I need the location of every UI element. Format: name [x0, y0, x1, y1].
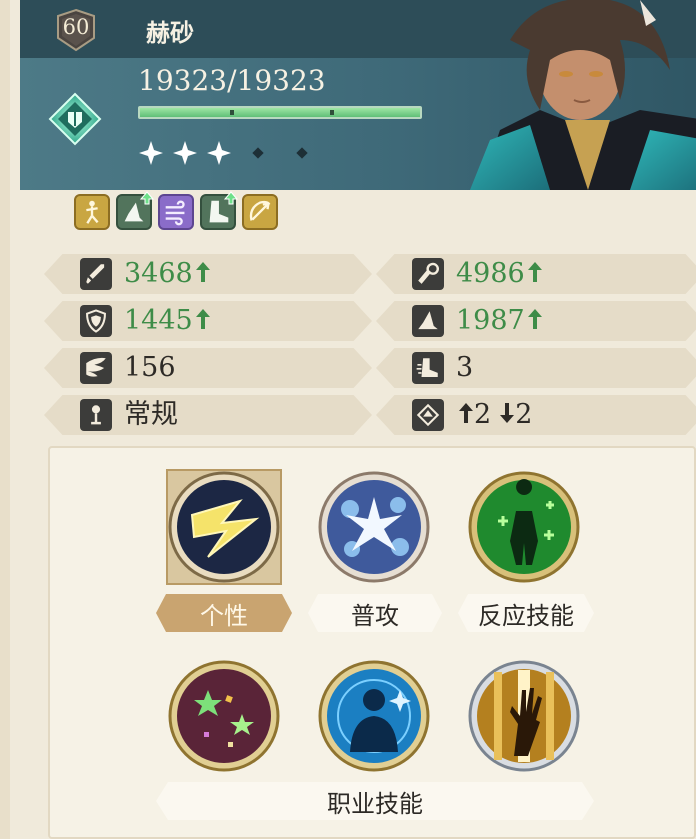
- wizard-hat-icon: [418, 311, 438, 330]
- stat-movement[interactable]: 3: [376, 348, 696, 388]
- stat-up-arrow-icon: [527, 262, 542, 282]
- stat-value: 常规: [124, 400, 178, 430]
- star-empty-icon: [252, 147, 264, 159]
- trait-tag-3[interactable]: [158, 194, 194, 230]
- class-skill-1-icon[interactable]: [168, 660, 280, 772]
- stat-attack[interactable]: 3468: [44, 254, 372, 294]
- stat-up-arrow-icon: [195, 309, 210, 329]
- hp-bar: [138, 106, 422, 119]
- dance-figure-icon: [86, 200, 99, 224]
- stat-value: 3468: [124, 259, 211, 289]
- hp-bar-fill: [140, 108, 420, 117]
- stat-number: 156: [124, 352, 176, 383]
- stat-icon-box: [412, 352, 444, 384]
- tab-class-skills[interactable]: 职业技能: [156, 782, 594, 820]
- stat-value: 4986: [456, 259, 543, 289]
- stat-value: 1445: [124, 306, 211, 336]
- tab-normal-attack[interactable]: 普攻: [308, 594, 442, 632]
- stat-number: 1445: [124, 305, 193, 336]
- stat-icon-box: [80, 352, 112, 384]
- trait-tag-1[interactable]: [74, 194, 110, 230]
- stat-value: 1987: [456, 306, 543, 336]
- shield-icon: [86, 309, 106, 333]
- class-skill-2-icon[interactable]: [318, 660, 430, 772]
- stat-magic-attack[interactable]: 4986: [376, 254, 696, 294]
- star-filled-icon: [139, 141, 163, 165]
- upgrade-arrow-icon: [140, 191, 154, 205]
- stat-icon-box: [80, 399, 112, 431]
- height-down-arrow-icon: [500, 403, 515, 423]
- upgrade-arrow-icon: [224, 191, 238, 205]
- stat-number: 4986: [456, 258, 525, 289]
- stat-icon-box: [80, 258, 112, 290]
- target-icon: [91, 405, 101, 425]
- reaction-skill-icon[interactable]: [468, 471, 580, 583]
- stat-number: 3468: [124, 258, 193, 289]
- stat-number: 3: [456, 352, 474, 383]
- character-detail-panel: 60 赫砂 19323/19323 3468 4986 1445 1987 15…: [0, 0, 696, 839]
- character-header: 60 赫砂 19323/19323: [20, 0, 696, 190]
- trait-tag-2[interactable]: [116, 191, 154, 230]
- boot-icon: [416, 358, 438, 377]
- lance-emblem-icon: [48, 92, 102, 146]
- trait-tag-row: [74, 190, 278, 234]
- sword-icon: [86, 264, 105, 284]
- stat-icon-box: [412, 399, 444, 431]
- height-up-value: 2: [474, 399, 492, 430]
- trait-tag-5[interactable]: [242, 194, 278, 230]
- bow-arrow-icon: [249, 200, 271, 221]
- stat-defense[interactable]: 1445: [44, 301, 372, 341]
- elevation-icon: [416, 403, 440, 427]
- wing-icon: [86, 357, 106, 377]
- normal-attack-skill-icon[interactable]: [318, 471, 430, 583]
- stat-attack-type[interactable]: 常规: [44, 395, 372, 435]
- hp-bar-tick: [230, 110, 234, 115]
- stat-value: 22: [456, 400, 532, 430]
- character-name: 赫砂: [146, 19, 194, 47]
- tab-trait[interactable]: 个性: [156, 594, 292, 632]
- stat-speed[interactable]: 156: [44, 348, 372, 388]
- stat-value: 3: [456, 353, 473, 383]
- trait-skill-icon[interactable]: [168, 471, 280, 583]
- height-down-value: 2: [515, 399, 533, 430]
- staff-icon: [418, 262, 439, 284]
- stat-icon-box: [412, 258, 444, 290]
- star-empty-icon: [296, 147, 308, 159]
- stat-icon-box: [80, 305, 112, 337]
- tab-reaction-skill-label: 反应技能: [478, 601, 574, 630]
- tab-normal-attack-label: 普攻: [351, 601, 399, 630]
- stat-number: 常规: [124, 399, 178, 430]
- star-rating: [138, 140, 320, 166]
- stat-height[interactable]: 22: [376, 395, 696, 435]
- star-filled-icon: [173, 141, 197, 165]
- stat-up-arrow-icon: [527, 309, 542, 329]
- tab-trait-label: 个性: [200, 601, 248, 630]
- wind-gust-icon: [165, 200, 185, 226]
- character-portrait: [470, 0, 696, 190]
- tab-reaction-skill[interactable]: 反应技能: [458, 594, 594, 632]
- stat-magic-defense[interactable]: 1987: [376, 301, 696, 341]
- star-filled-icon: [207, 141, 231, 165]
- level-value: 60: [62, 15, 90, 39]
- stat-icon-box: [412, 305, 444, 337]
- stat-number: 1987: [456, 305, 525, 336]
- stat-value: 156: [124, 353, 176, 383]
- hp-value: 19323/19323: [138, 64, 326, 97]
- hp-bar-tick: [330, 110, 334, 115]
- height-up-arrow-icon: [459, 403, 473, 423]
- tab-class-skills-label: 职业技能: [327, 789, 423, 818]
- class-skill-3-icon[interactable]: [468, 660, 580, 772]
- trait-tag-4[interactable]: [200, 191, 238, 230]
- stat-up-arrow-icon: [195, 262, 210, 282]
